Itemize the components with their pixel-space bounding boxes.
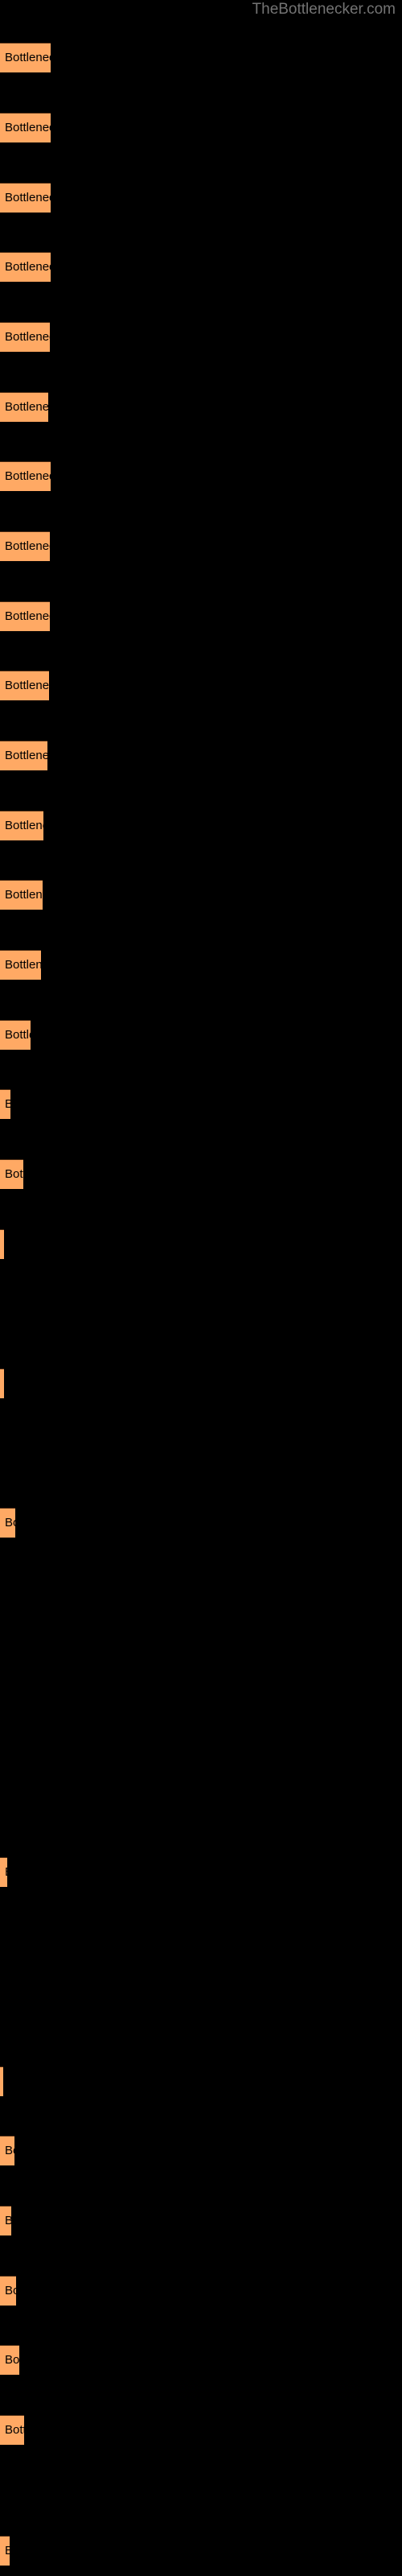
bar: Bottleneck result [0, 2415, 24, 2445]
bar: Bottleneck result [0, 252, 51, 282]
bar-label: Bottleneck result [5, 749, 47, 762]
bar-label: Bottleneck result [5, 469, 51, 483]
bar-row: Bottleneck result [0, 2276, 16, 2306]
bar-label: Bottleneck result [5, 1516, 15, 1530]
bar-label: Bottleneck result [5, 609, 50, 623]
bar-label: Bottleneck result [5, 1028, 31, 1042]
bar: Bottleneck result [0, 183, 51, 213]
bar-row: Bottleneck result [0, 1857, 7, 1887]
bar: Bottleneck result [0, 741, 47, 770]
bar-label: Bottleneck result [5, 539, 50, 553]
bar-label: Bottleneck result [5, 1865, 7, 1880]
bar: Bottleneck result [0, 2066, 3, 2096]
bar-row: Bottleneck result [0, 1508, 15, 1538]
bar: Bottleneck result [0, 2206, 11, 2235]
bar: Bottleneck result [0, 1857, 7, 1887]
bar-row: Bottleneck result [0, 252, 51, 282]
bar-row: Bottleneck result [0, 1368, 4, 1398]
bar-label: Bottleneck result [5, 2353, 19, 2367]
bar-label: Bottleneck result [5, 2144, 14, 2157]
bar: Bottleneck result [0, 2276, 16, 2306]
bar-label: Bottleneck result [5, 330, 50, 344]
bar: Bottleneck result [0, 392, 48, 422]
bar-row: Bottleneck result [0, 1229, 4, 1259]
bar-label: Bottleneck result [5, 2284, 16, 2297]
bar-row: Bottleneck result [0, 2066, 3, 2096]
bar: Bottleneck result [0, 601, 50, 631]
bar-label: Bottleneck result [5, 1167, 23, 1181]
bar: Bottleneck result [0, 461, 51, 491]
bar-row: Bottleneck result [0, 183, 51, 213]
bar-row: Bottleneck result [0, 601, 50, 631]
bar-label: Bottleneck result [5, 679, 49, 692]
bar: Bottleneck result [0, 1229, 4, 1259]
bar-label: Bottleneck result [5, 51, 51, 64]
bar-chart-canvas: TheBottlenecker.com Bottleneck result Bot… [0, 0, 402, 2576]
bar: Bottleneck result [0, 1159, 23, 1189]
bar: Bottleneck result [0, 113, 51, 142]
bar: Bottleneck result [0, 671, 49, 700]
bar-label: Bottleneck result [5, 121, 51, 134]
bar-label: Bottleneck result [5, 819, 43, 832]
bar-row: Bottleneck result [0, 811, 43, 840]
bar: Bottleneck result [0, 531, 50, 561]
bar: Bottleneck result [0, 2345, 19, 2375]
bar: Bottleneck result [0, 2536, 10, 2566]
bar: Bottleneck result [0, 1508, 15, 1538]
bar: Bottleneck result [0, 322, 50, 352]
bar-row: Bottleneck result [0, 880, 43, 910]
bar-row: Bottleneck result [0, 2206, 11, 2235]
bar-row: Bottleneck result [0, 1089, 10, 1119]
bar: Bottleneck result [0, 43, 51, 72]
bar-row: Bottleneck result [0, 2415, 24, 2445]
bar-row: Bottleneck result [0, 2136, 14, 2165]
bar-label: Bottleneck result [5, 888, 43, 902]
bar: Bottleneck result [0, 880, 43, 910]
bar-row: Bottleneck result [0, 113, 51, 142]
bar-row: Bottleneck result [0, 671, 49, 700]
bar-row: Bottleneck result [0, 43, 51, 72]
bar-label: Bottleneck result [5, 2544, 10, 2558]
bar: Bottleneck result [0, 1368, 4, 1398]
bar-row: Bottleneck result [0, 2345, 19, 2375]
bar-row: Bottleneck result [0, 1020, 31, 1050]
bar-label: Bottleneck result [5, 958, 41, 972]
bar-row: Bottleneck result [0, 322, 50, 352]
bar-label: Bottleneck result [5, 260, 51, 274]
bar: Bottleneck result [0, 2136, 14, 2165]
bar-row: Bottleneck result [0, 2536, 10, 2566]
bar: Bottleneck result [0, 1020, 31, 1050]
bar-label: Bottleneck result [5, 1097, 10, 1112]
bar-label: Bottleneck result [5, 2214, 11, 2228]
site-watermark: TheBottlenecker.com [252, 1, 396, 18]
bar-label: Bottleneck result [5, 400, 48, 414]
bar-row: Bottleneck result [0, 1159, 23, 1189]
bar-row: Bottleneck result [0, 461, 51, 491]
bar-row: Bottleneck result [0, 741, 47, 770]
bar: Bottleneck result [0, 950, 41, 980]
bar-row: Bottleneck result [0, 531, 50, 561]
bar-row: Bottleneck result [0, 392, 48, 422]
bar-label: Bottleneck result [5, 191, 51, 204]
bar: Bottleneck result [0, 1089, 10, 1119]
bar: Bottleneck result [0, 811, 43, 840]
bar-label: Bottleneck result [5, 2423, 24, 2437]
bar-row: Bottleneck result [0, 950, 41, 980]
